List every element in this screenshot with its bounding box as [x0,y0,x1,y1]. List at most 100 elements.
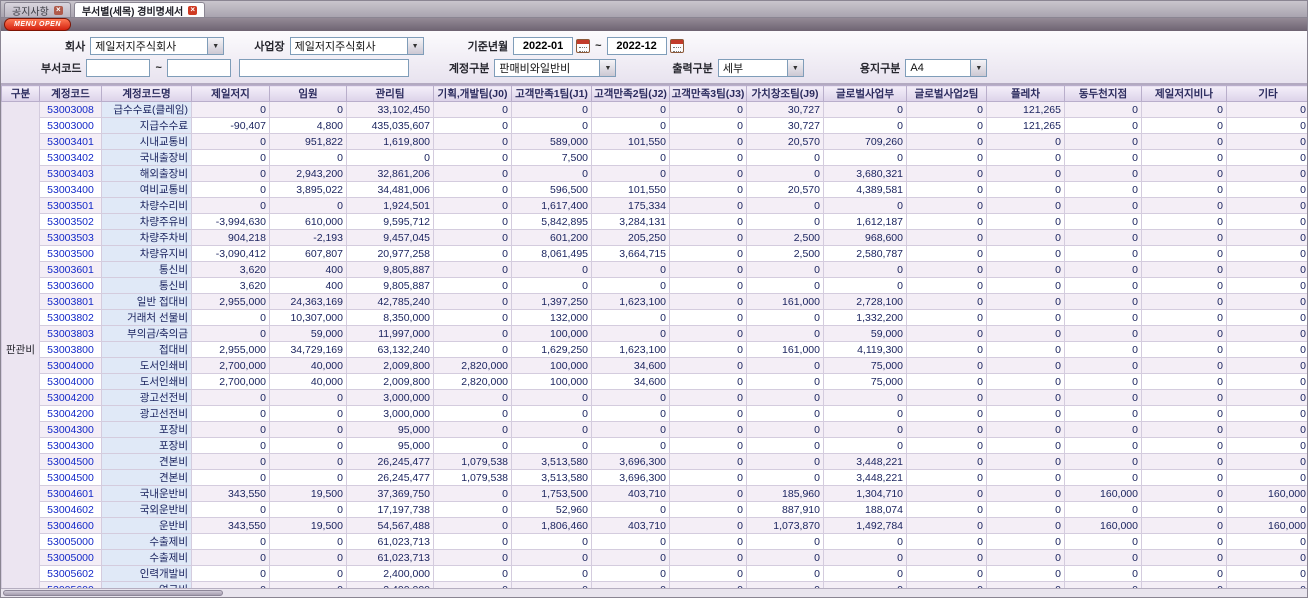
account-code-cell[interactable]: 53003803 [39,325,102,342]
value-cell[interactable]: 0 [433,501,512,518]
account-name-cell[interactable]: 견본비 [101,453,192,470]
value-cell[interactable]: 0 [1064,117,1142,134]
value-cell[interactable]: 0 [669,421,747,438]
value-cell[interactable]: 0 [191,165,270,182]
value-cell[interactable]: 40,000 [269,357,347,374]
value-cell[interactable]: 0 [746,165,824,182]
account-code-cell[interactable]: 53005602 [39,565,102,582]
account-name-cell[interactable]: 차량수리비 [101,197,192,214]
value-cell[interactable]: 0 [433,261,512,278]
value-cell[interactable]: 0 [433,245,512,262]
account-code-cell[interactable]: 53004200 [39,405,102,422]
value-cell[interactable]: 0 [511,405,592,422]
value-cell[interactable]: 0 [191,533,270,550]
value-cell[interactable]: 0 [1064,405,1142,422]
output-type-select[interactable]: 세부 ▼ [717,59,804,77]
value-cell[interactable]: 0 [986,181,1065,198]
value-cell[interactable]: -2,193 [269,229,347,246]
value-cell[interactable]: -3,090,412 [191,245,270,262]
account-code-cell[interactable]: 53004000 [39,373,102,390]
value-cell[interactable]: 0 [191,501,270,518]
value-cell[interactable]: 0 [1064,213,1142,230]
account-code-cell[interactable]: 53004000 [39,357,102,374]
value-cell[interactable]: 0 [746,261,824,278]
value-cell[interactable]: 0 [1064,549,1142,566]
value-cell[interactable]: 0 [1141,101,1227,118]
value-cell[interactable]: 160,000 [1064,517,1142,534]
tab-expense-report[interactable]: 부서별(세목) 경비명세서 × [73,2,206,18]
value-cell[interactable]: 160,000 [1064,485,1142,502]
value-cell[interactable]: 19,500 [269,517,347,534]
value-cell[interactable]: 0 [1226,389,1307,406]
value-cell[interactable]: 0 [746,453,824,470]
value-cell[interactable]: 0 [823,261,907,278]
account-code-cell[interactable]: 53003401 [39,133,102,150]
value-cell[interactable]: 0 [191,565,270,582]
value-cell[interactable]: 0 [591,437,670,454]
value-cell[interactable]: 34,600 [591,373,670,390]
value-cell[interactable]: 0 [591,533,670,550]
value-cell[interactable]: 0 [191,421,270,438]
value-cell[interactable]: 9,457,045 [346,229,434,246]
account-name-cell[interactable]: 포장비 [101,421,192,438]
value-cell[interactable]: 0 [823,197,907,214]
value-cell[interactable]: 0 [269,197,347,214]
value-cell[interactable]: 59,000 [269,325,347,342]
value-cell[interactable]: 5,842,895 [511,213,592,230]
value-cell[interactable]: 0 [986,245,1065,262]
close-icon[interactable]: × [188,5,198,15]
value-cell[interactable]: 0 [433,277,512,294]
value-cell[interactable]: 175,334 [591,197,670,214]
value-cell[interactable]: 0 [591,309,670,326]
value-cell[interactable]: 0 [511,117,592,134]
value-cell[interactable]: 0 [906,213,987,230]
value-cell[interactable]: 0 [511,549,592,566]
value-cell[interactable]: 0 [669,213,747,230]
workplace-select[interactable]: 제일저지주식회사 ▼ [289,37,424,55]
value-cell[interactable]: 0 [986,501,1065,518]
dept-code-from-input[interactable] [86,59,151,77]
value-cell[interactable]: 0 [269,149,347,166]
value-cell[interactable]: 0 [1141,277,1227,294]
value-cell[interactable]: 0 [191,309,270,326]
value-cell[interactable]: 0 [1226,357,1307,374]
value-cell[interactable]: 0 [746,197,824,214]
value-cell[interactable]: 0 [746,533,824,550]
value-cell[interactable]: 0 [1141,533,1227,550]
value-cell[interactable]: 101,550 [591,133,670,150]
value-cell[interactable]: 0 [986,197,1065,214]
account-name-cell[interactable]: 광고선전비 [101,389,192,406]
account-name-cell[interactable]: 국내출장비 [101,149,192,166]
value-cell[interactable]: 709,260 [823,133,907,150]
value-cell[interactable]: 0 [1226,469,1307,486]
value-cell[interactable]: 0 [669,277,747,294]
value-cell[interactable]: 0 [433,437,512,454]
value-cell[interactable]: 0 [1141,341,1227,358]
account-name-cell[interactable]: 도서인쇄비 [101,357,192,374]
value-cell[interactable]: 4,119,300 [823,341,907,358]
value-cell[interactable]: 0 [906,101,987,118]
account-code-cell[interactable]: 53005000 [39,549,102,566]
value-cell[interactable]: 0 [191,405,270,422]
value-cell[interactable]: 0 [1226,133,1307,150]
account-code-cell[interactable]: 53004500 [39,453,102,470]
value-cell[interactable]: 0 [433,213,512,230]
value-cell[interactable]: 435,035,607 [346,117,434,134]
value-cell[interactable]: 0 [669,389,747,406]
account-name-cell[interactable]: 부의금/축의금 [101,325,192,342]
value-cell[interactable]: 0 [906,437,987,454]
value-cell[interactable]: 8,061,495 [511,245,592,262]
value-cell[interactable]: 0 [823,533,907,550]
value-cell[interactable]: 2,943,200 [269,165,347,182]
value-cell[interactable]: 0 [906,149,987,166]
value-cell[interactable]: 400 [269,261,347,278]
value-cell[interactable]: 0 [906,229,987,246]
value-cell[interactable]: 1,492,784 [823,517,907,534]
account-name-cell[interactable]: 포장비 [101,437,192,454]
value-cell[interactable]: 0 [746,213,824,230]
value-cell[interactable]: -3,994,630 [191,213,270,230]
company-select[interactable]: 제일저지주식회사 ▼ [90,37,225,55]
value-cell[interactable]: 0 [746,389,824,406]
value-cell[interactable]: 0 [669,245,747,262]
value-cell[interactable]: 0 [269,389,347,406]
